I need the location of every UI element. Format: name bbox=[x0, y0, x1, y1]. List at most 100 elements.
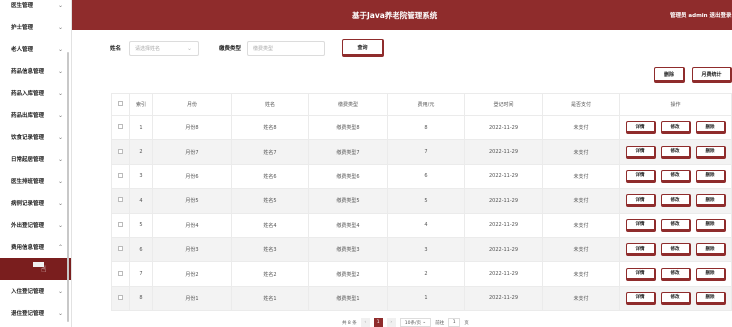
row-checkbox[interactable] bbox=[118, 221, 123, 227]
row-checkbox-cell[interactable] bbox=[111, 236, 130, 263]
top-header: 基于Java养老院管理系统 管理员 admin 退出登录 bbox=[72, 0, 732, 30]
row-checkbox[interactable] bbox=[118, 197, 123, 203]
row-checkbox[interactable] bbox=[118, 124, 123, 130]
row-checkbox[interactable] bbox=[118, 172, 123, 178]
sidebar-item[interactable]: 饮食记录管理 ⌄ bbox=[0, 126, 71, 148]
cell-type: 缴费类型6 bbox=[308, 163, 388, 190]
sidebar-item[interactable]: 日常起居管理 ⌄ bbox=[0, 148, 71, 170]
name-select-placeholder: 请选择姓名 bbox=[135, 45, 161, 52]
sidebar-item[interactable]: 医生排班管理 ⌄ bbox=[0, 170, 71, 192]
cell-month: 月份7 bbox=[152, 139, 232, 165]
search-bar: 姓名 请选择姓名 ⌄ 缴费类型 缴费类型 查询 bbox=[110, 39, 385, 57]
edit-button[interactable]: 修改 bbox=[660, 121, 691, 135]
query-button[interactable]: 查询 bbox=[342, 39, 385, 57]
cell-name: 姓名4 bbox=[231, 212, 309, 238]
sidebar-item[interactable]: 药品出库管理 ⌄ bbox=[0, 104, 71, 126]
pager-page-current[interactable]: 1 bbox=[373, 318, 383, 327]
type-input[interactable]: 缴费类型 bbox=[247, 40, 326, 56]
cell-fee: 2 bbox=[387, 261, 465, 287]
delete-button[interactable]: 删除 bbox=[695, 169, 726, 183]
select-all-checkbox[interactable] bbox=[118, 101, 123, 106]
delete-button[interactable]: 删除 bbox=[695, 218, 726, 232]
detail-button[interactable]: 详情 bbox=[625, 267, 656, 281]
delete-button[interactable]: 删除 bbox=[695, 243, 726, 257]
sidebar-item[interactable]: 费用信息管理 ⌃ bbox=[0, 236, 71, 258]
detail-button[interactable]: 详情 bbox=[625, 291, 656, 305]
sidebar-scrollbar[interactable] bbox=[67, 52, 69, 322]
cell-date: 2022-11-29 bbox=[464, 163, 543, 190]
row-checkbox-cell[interactable] bbox=[111, 285, 130, 312]
edit-button[interactable]: 修改 bbox=[660, 169, 691, 183]
row-checkbox-cell[interactable] bbox=[111, 261, 130, 287]
pager-goto-input[interactable]: 1 bbox=[448, 318, 461, 327]
detail-button[interactable]: 详情 bbox=[625, 169, 656, 183]
cell-index: 5 bbox=[129, 212, 153, 238]
cell-date: 2022-11-29 bbox=[464, 285, 543, 312]
pager-size-select[interactable]: 10条/页 ⌄ bbox=[399, 318, 432, 327]
edit-button[interactable]: 修改 bbox=[660, 145, 691, 159]
edit-button[interactable]: 修改 bbox=[660, 218, 691, 232]
col-header-type: 缴费类型 bbox=[308, 93, 388, 116]
sidebar-item[interactable]: 护士管理 ⌄ bbox=[0, 16, 71, 38]
row-checkbox[interactable] bbox=[118, 246, 123, 252]
sidebar-item[interactable]: 医生管理 ⌄ bbox=[0, 0, 71, 16]
batch-delete-button[interactable]: 删除 bbox=[654, 67, 685, 83]
sidebar-item-label: 退住登记管理 bbox=[11, 311, 45, 317]
cell-index: 4 bbox=[129, 188, 153, 214]
cell-paid: 未支付 bbox=[542, 163, 620, 190]
edit-button[interactable]: 修改 bbox=[660, 243, 691, 257]
delete-button[interactable]: 删除 bbox=[695, 121, 726, 135]
row-checkbox-cell[interactable] bbox=[111, 188, 130, 214]
sidebar-submenu-selected[interactable]: ☝ bbox=[0, 258, 71, 280]
pager-prev-button[interactable]: ‹ bbox=[360, 318, 370, 327]
cell-paid: 未支付 bbox=[542, 188, 620, 214]
detail-button[interactable]: 详情 bbox=[625, 218, 656, 232]
cell-date: 2022-11-29 bbox=[464, 212, 543, 238]
row-checkbox[interactable] bbox=[118, 270, 123, 276]
detail-button[interactable]: 详情 bbox=[625, 194, 656, 208]
table-row: 4 月份5 姓名5 缴费类型5 5 2022-11-29 未支付 详情 修改 删除 bbox=[111, 188, 732, 214]
delete-button[interactable]: 删除 bbox=[695, 194, 726, 208]
delete-button[interactable]: 删除 bbox=[695, 267, 726, 281]
cell-ops: 详情 修改 删除 bbox=[619, 163, 732, 190]
detail-button[interactable]: 详情 bbox=[625, 121, 656, 135]
edit-button[interactable]: 修改 bbox=[660, 194, 691, 208]
sidebar-item[interactable]: 外出登记管理 ⌄ bbox=[0, 214, 71, 236]
table-row: 1 月份8 姓名8 缴费类型8 8 2022-11-29 未支付 详情 修改 删除 bbox=[111, 114, 732, 141]
cell-index: 1 bbox=[129, 114, 153, 141]
pager-next-button[interactable]: › bbox=[386, 318, 396, 327]
sidebar-item[interactable]: 药品信息管理 ⌄ bbox=[0, 60, 71, 82]
row-checkbox-cell[interactable] bbox=[111, 163, 130, 190]
sidebar-item[interactable]: 病例记录管理 ⌄ bbox=[0, 192, 71, 214]
table-row: 6 月份3 姓名3 缴费类型3 3 2022-11-29 未支付 详情 修改 删除 bbox=[111, 236, 732, 263]
delete-button[interactable]: 删除 bbox=[695, 291, 726, 305]
select-all-cell[interactable] bbox=[111, 93, 130, 116]
user-logout[interactable]: 管理员 admin 退出登录 bbox=[670, 11, 732, 19]
detail-button[interactable]: 详情 bbox=[625, 243, 656, 257]
chevron-icon: ⌄ bbox=[57, 67, 63, 75]
chevron-icon: ⌄ bbox=[57, 155, 63, 163]
sidebar-item[interactable]: 退住登记管理 ⌄ bbox=[0, 302, 71, 324]
delete-button[interactable]: 删除 bbox=[695, 145, 726, 159]
row-checkbox[interactable] bbox=[118, 294, 123, 300]
monthly-stats-button[interactable]: 月费统计 bbox=[692, 67, 732, 83]
row-checkbox[interactable] bbox=[118, 148, 123, 154]
sidebar-item[interactable]: 入住登记管理 ⌄ bbox=[0, 280, 71, 302]
col-header-fee: 费用/元 bbox=[387, 93, 465, 116]
sidebar-item[interactable]: 药品入库管理 ⌄ bbox=[0, 82, 71, 104]
edit-button[interactable]: 修改 bbox=[660, 291, 691, 305]
edit-button[interactable]: 修改 bbox=[660, 267, 691, 281]
chevron-icon: ⌄ bbox=[57, 177, 63, 185]
sidebar-item[interactable]: 老人管理 ⌄ bbox=[0, 38, 71, 60]
chevron-icon: ⌄ bbox=[57, 111, 63, 119]
cell-fee: 5 bbox=[387, 188, 465, 214]
cell-paid: 未支付 bbox=[542, 285, 620, 312]
pager-size-value: 10条/页 bbox=[404, 320, 421, 326]
cell-index: 6 bbox=[129, 236, 153, 263]
row-checkbox-cell[interactable] bbox=[111, 114, 130, 141]
detail-button[interactable]: 详情 bbox=[625, 145, 656, 159]
cell-name: 姓名5 bbox=[231, 188, 309, 214]
row-checkbox-cell[interactable] bbox=[111, 212, 130, 238]
row-checkbox-cell[interactable] bbox=[111, 139, 130, 165]
name-select[interactable]: 请选择姓名 ⌄ bbox=[129, 40, 200, 56]
